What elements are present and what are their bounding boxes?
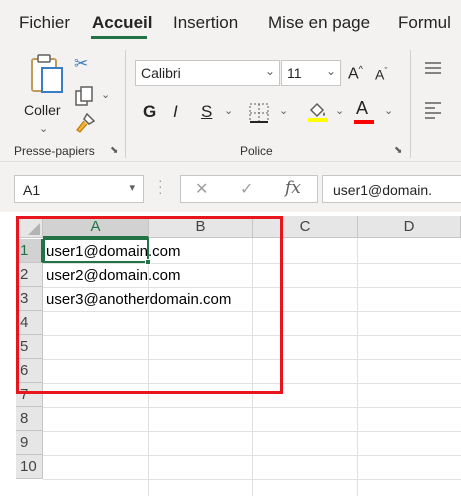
font-size-value: 11: [287, 65, 302, 81]
copy-dropdown-icon[interactable]: ⌄: [101, 88, 110, 101]
borders-dropdown-icon[interactable]: ⌄: [279, 104, 288, 117]
insert-function-button[interactable]: fx: [285, 178, 301, 198]
row-header-10[interactable]: 10: [16, 455, 43, 479]
name-box-value: A1: [23, 182, 41, 198]
tab-accueil[interactable]: Accueil: [92, 13, 152, 33]
underline-button[interactable]: S: [201, 102, 212, 122]
align-top-icon[interactable]: [423, 60, 443, 78]
copy-icon[interactable]: [74, 86, 96, 108]
paste-button[interactable]: Coller ⌄: [22, 52, 70, 136]
format-painter-icon[interactable]: [74, 112, 96, 134]
column-gridline: [357, 238, 358, 496]
italic-button[interactable]: I: [173, 102, 178, 122]
grow-font-button[interactable]: A^: [348, 64, 363, 83]
row-gridline: [43, 455, 461, 456]
clipboard-group-label: Presse-papiers: [14, 144, 95, 158]
row-gridline: [43, 479, 461, 480]
font-size-dropdown[interactable]: 11 ⌄: [281, 60, 341, 86]
chevron-down-icon: ⌄: [39, 123, 49, 135]
tab-formules[interactable]: Formul: [398, 13, 451, 33]
row-gridline: [43, 431, 461, 432]
shrink-font-button[interactable]: Aˇ: [375, 66, 387, 83]
clipboard-launcher-icon[interactable]: ⬊: [110, 145, 118, 156]
chevron-down-icon: ⌄: [264, 64, 275, 78]
group-separator: [410, 50, 411, 158]
formula-input[interactable]: user1@domain.: [322, 175, 461, 203]
ribbon: Coller ⌄ ✂ ⌄ Presse-papiers ⬊ Calibri ⌄ …: [0, 44, 461, 162]
fill-color-dropdown-icon[interactable]: ⌄: [335, 104, 344, 117]
column-header-d[interactable]: D: [358, 216, 461, 238]
underline-dropdown-icon[interactable]: ⌄: [224, 104, 233, 117]
font-color-swatch: [354, 120, 374, 124]
active-tab-indicator: [91, 36, 147, 39]
font-color-letter: A: [356, 98, 369, 118]
paste-icon: [31, 54, 63, 93]
chevron-down-icon: ▾: [129, 182, 135, 194]
tab-fichier[interactable]: Fichier: [19, 13, 70, 33]
borders-icon[interactable]: [248, 102, 270, 124]
cancel-icon[interactable]: ✕: [195, 179, 208, 199]
row-header-9[interactable]: 9: [16, 431, 43, 455]
formula-bar-grip-icon[interactable]: · · ·: [158, 173, 163, 199]
font-color-button[interactable]: A: [356, 98, 368, 119]
bold-button[interactable]: G: [143, 102, 156, 122]
shrink-font-letter: A: [375, 66, 385, 83]
cut-icon[interactable]: ✂: [74, 54, 88, 74]
name-box[interactable]: A1 ▾: [14, 175, 144, 203]
enter-icon[interactable]: ✓: [240, 179, 253, 199]
group-separator: [125, 50, 126, 158]
align-left-icon[interactable]: [423, 100, 443, 120]
tab-mise-en-page[interactable]: Mise en page: [268, 13, 370, 33]
tab-insertion[interactable]: Insertion: [173, 13, 238, 33]
font-color-dropdown-icon[interactable]: ⌄: [384, 104, 393, 117]
selection-highlight-box: [16, 216, 283, 394]
font-group-label: Police: [240, 144, 273, 158]
row-gridline: [43, 407, 461, 408]
row-header-8[interactable]: 8: [16, 407, 43, 431]
chevron-down-icon: ⌄: [325, 64, 336, 78]
paste-label: Coller: [24, 102, 61, 118]
font-name-value: Calibri: [141, 65, 181, 81]
ribbon-tabs: Fichier Accueil Insertion Mise en page F…: [0, 0, 461, 44]
font-name-dropdown[interactable]: Calibri ⌄: [135, 60, 280, 86]
font-launcher-icon[interactable]: ⬊: [394, 145, 402, 156]
fill-color-icon[interactable]: [306, 99, 330, 123]
grow-font-letter: A: [348, 65, 359, 83]
